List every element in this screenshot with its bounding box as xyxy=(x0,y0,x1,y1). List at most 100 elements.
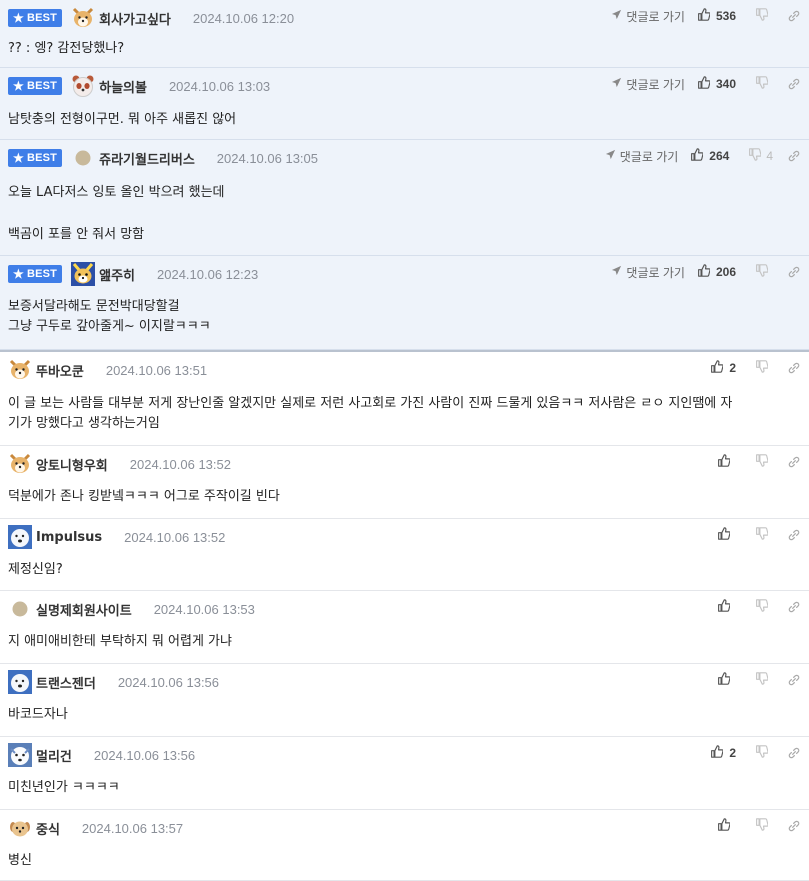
comment-actions xyxy=(717,599,801,615)
bear-avatar[interactable] xyxy=(8,670,32,694)
comment-body: 병신 xyxy=(8,851,798,871)
downvote-button[interactable] xyxy=(750,8,773,24)
thumbs-down-icon xyxy=(755,8,769,24)
nickname[interactable]: 실명제회원사이트 xyxy=(36,600,132,619)
comment-body: 남탓충의 전형이구먼. 뭐 아주 새롭진 않어 xyxy=(8,110,798,130)
downvote-button[interactable] xyxy=(750,360,773,376)
upvote-button[interactable] xyxy=(717,454,736,470)
link-icon[interactable] xyxy=(787,819,801,833)
shiba-avatar[interactable] xyxy=(8,358,32,382)
best-comment: ★ BEST 회사가고싶다 2024.10.06 12:20 댓글로 가기 536 ?? :… xyxy=(0,0,809,68)
comment-actions xyxy=(717,527,801,543)
nickname[interactable]: 앙토니형우회 xyxy=(36,455,108,474)
best-badge: ★ BEST xyxy=(8,9,63,27)
link-icon[interactable] xyxy=(787,600,801,614)
upvote-button[interactable] xyxy=(717,818,736,834)
link-icon[interactable] xyxy=(787,455,801,469)
upvote-button[interactable] xyxy=(717,672,736,688)
downvote-button[interactable] xyxy=(750,264,773,280)
downvote-button[interactable] xyxy=(750,745,773,761)
thumbs-down-icon xyxy=(755,527,769,543)
best-badge: ★ BEST xyxy=(8,149,63,167)
nickname[interactable]: 쥬라기월드리버스 xyxy=(99,149,195,168)
nickname[interactable]: Impulsus xyxy=(36,530,102,545)
downvote-button[interactable] xyxy=(750,818,773,834)
timestamp: 2024.10.06 12:20 xyxy=(192,10,295,26)
comment-line: 이 글 보는 사람들 대부분 저게 장난인줄 알겠지만 실제로 저런 사고회로 … xyxy=(8,396,733,411)
upvote-count: 340 xyxy=(715,77,736,91)
thumbs-down-icon xyxy=(755,454,769,470)
upvote-button[interactable]: 206 xyxy=(697,264,736,280)
upvote-button[interactable]: 264 xyxy=(690,148,729,164)
comment-body: 제정신임? xyxy=(8,560,798,580)
bear2-avatar[interactable] xyxy=(8,743,32,767)
nickname[interactable]: 트랜스젠더 xyxy=(36,673,96,692)
downvote-button[interactable] xyxy=(750,454,773,470)
paper-plane-icon xyxy=(611,9,626,23)
link-icon[interactable] xyxy=(787,528,801,542)
comment-header: 뚜바오쿤 2024.10.06 13:51 xyxy=(8,359,207,381)
paper-plane-icon xyxy=(611,77,626,91)
downvote-button[interactable] xyxy=(750,672,773,688)
timestamp: 2024.10.06 13:52 xyxy=(129,456,231,472)
fox-avatar[interactable] xyxy=(71,262,96,286)
comment-header: ★ BEST 하늘의볼 2024.10.06 13:03 xyxy=(8,75,270,97)
panda-avatar[interactable] xyxy=(71,74,95,98)
goto-reply-link[interactable]: 댓글로 가기 xyxy=(611,8,685,25)
upvote-button[interactable] xyxy=(717,599,736,615)
dot-avatar[interactable] xyxy=(12,601,28,617)
link-icon[interactable] xyxy=(787,746,801,760)
downvote-button[interactable]: 4 xyxy=(743,148,773,164)
timestamp: 2024.10.06 13:03 xyxy=(168,78,271,94)
link-icon[interactable] xyxy=(787,673,801,687)
timestamp: 2024.10.06 13:05 xyxy=(216,150,319,166)
comment: 중식 2024.10.06 13:57 병신 xyxy=(0,810,809,881)
upvote-button[interactable] xyxy=(717,527,736,543)
comment-line: 제정신임? xyxy=(8,562,63,577)
downvote-button[interactable] xyxy=(750,599,773,615)
link-icon[interactable] xyxy=(787,77,801,91)
dot-avatar[interactable] xyxy=(75,150,91,166)
comment-header: 중식 2024.10.06 13:57 xyxy=(8,817,183,839)
nickname[interactable]: 중식 xyxy=(36,819,60,838)
comment-line: 병신 xyxy=(8,853,32,868)
goto-reply-link[interactable]: 댓글로 가기 xyxy=(611,264,685,281)
nickname[interactable]: 회사가고싶다 xyxy=(99,9,171,28)
puppy-avatar[interactable] xyxy=(8,816,32,840)
comment-line: 지 애미애비한테 부탁하지 뭐 어렵게 가냐 xyxy=(8,634,232,649)
thumbs-up-icon xyxy=(697,264,716,280)
shiba-avatar[interactable] xyxy=(71,6,95,30)
upvote-button[interactable]: 340 xyxy=(697,76,736,92)
goto-reply-link[interactable]: 댓글로 가기 xyxy=(611,76,685,93)
link-icon[interactable] xyxy=(787,9,801,23)
best-comment: ★ BEST 하늘의볼 2024.10.06 13:03 댓글로 가기 340 남탓충의 전… xyxy=(0,68,809,140)
nickname[interactable]: 앮주히 xyxy=(99,265,135,284)
shiba-avatar[interactable] xyxy=(8,452,32,476)
comment-body: ?? : 엥? 감전당했나? xyxy=(8,39,798,59)
bear-avatar[interactable] xyxy=(8,525,32,549)
thumbs-down-icon xyxy=(755,745,769,761)
nickname[interactable]: 하늘의볼 xyxy=(99,77,147,96)
upvote-button[interactable]: 2 xyxy=(710,745,736,761)
upvote-button[interactable]: 536 xyxy=(697,8,736,24)
thumbs-up-icon xyxy=(690,148,709,164)
comment-line: 기가 망했다고 생각하는거임 xyxy=(8,416,160,431)
comment-list: ★ BEST 회사가고싶다 2024.10.06 12:20 댓글로 가기 536 ?? :… xyxy=(0,0,809,881)
goto-reply-link[interactable]: 댓글로 가기 xyxy=(605,148,678,165)
link-icon[interactable] xyxy=(787,361,801,375)
link-icon[interactable] xyxy=(787,265,801,279)
comment-body: 이 글 보는 사람들 대부분 저게 장난인줄 알겠지만 실제로 저런 사고회로 … xyxy=(8,394,798,434)
downvote-button[interactable] xyxy=(750,527,773,543)
link-icon[interactable] xyxy=(787,149,801,163)
comment-actions: 댓글로 가기 536 xyxy=(611,8,801,24)
nickname[interactable]: 멀리건 xyxy=(36,746,72,765)
timestamp: 2024.10.06 13:56 xyxy=(93,747,196,763)
nickname[interactable]: 뚜바오쿤 xyxy=(36,361,84,380)
upvote-button[interactable]: 2 xyxy=(710,360,736,376)
comment: 실명제회원사이트 2024.10.06 13:53 지 애미애비한테 부탁하지 뭐 … xyxy=(0,591,809,664)
timestamp: 2024.10.06 13:57 xyxy=(81,820,184,836)
downvote-button[interactable] xyxy=(750,76,773,92)
thumbs-down-icon xyxy=(755,818,769,834)
upvote-count: 536 xyxy=(715,9,736,23)
timestamp: 2024.10.06 12:23 xyxy=(157,266,259,282)
